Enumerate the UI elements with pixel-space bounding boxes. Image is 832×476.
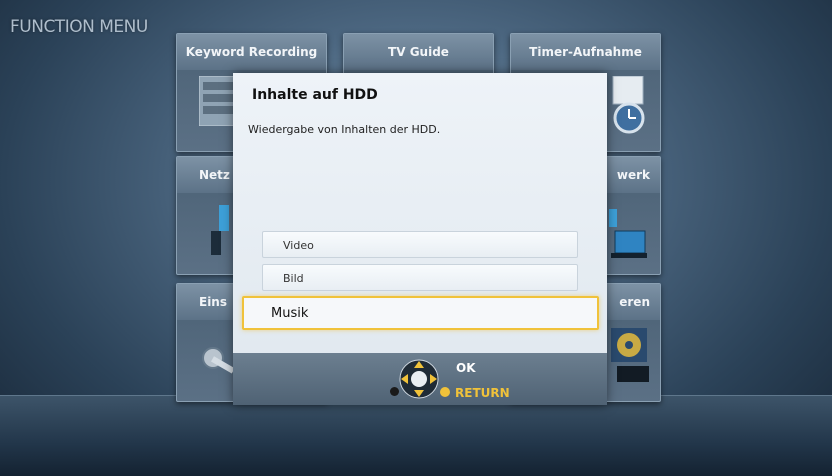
dialog-footer: OK RETURN — [233, 353, 607, 405]
option-bild[interactable]: Bild — [262, 264, 578, 291]
tile-label-keyword-recording: Keyword Recording — [177, 34, 326, 70]
network-icon-left — [211, 205, 229, 255]
return-button-icon — [440, 387, 450, 397]
dialog-description: Wiedergabe von Inhalten der HDD. — [248, 123, 441, 136]
dpad-ok-icon — [399, 359, 439, 399]
tile-label-tv-guide: TV Guide — [344, 34, 493, 70]
return-label: RETURN — [455, 386, 510, 400]
clock-icon — [612, 76, 645, 134]
tile-label-timer-recording: Timer-Aufnahme — [511, 34, 660, 70]
option-musik[interactable]: Musik — [242, 296, 599, 330]
black-button-icon — [390, 387, 399, 396]
ok-label: OK — [456, 361, 476, 375]
hdd-content-dialog: Inhalte auf HDD Wiedergabe von Inhalten … — [233, 73, 607, 405]
disc-copy-icon — [611, 328, 649, 382]
network-computer-icon — [609, 209, 647, 258]
stage-floor — [0, 395, 832, 476]
function-menu-title: FUNCTION MENU — [10, 17, 148, 37]
option-video[interactable]: Video — [262, 231, 578, 258]
dialog-title: Inhalte auf HDD — [252, 87, 378, 103]
